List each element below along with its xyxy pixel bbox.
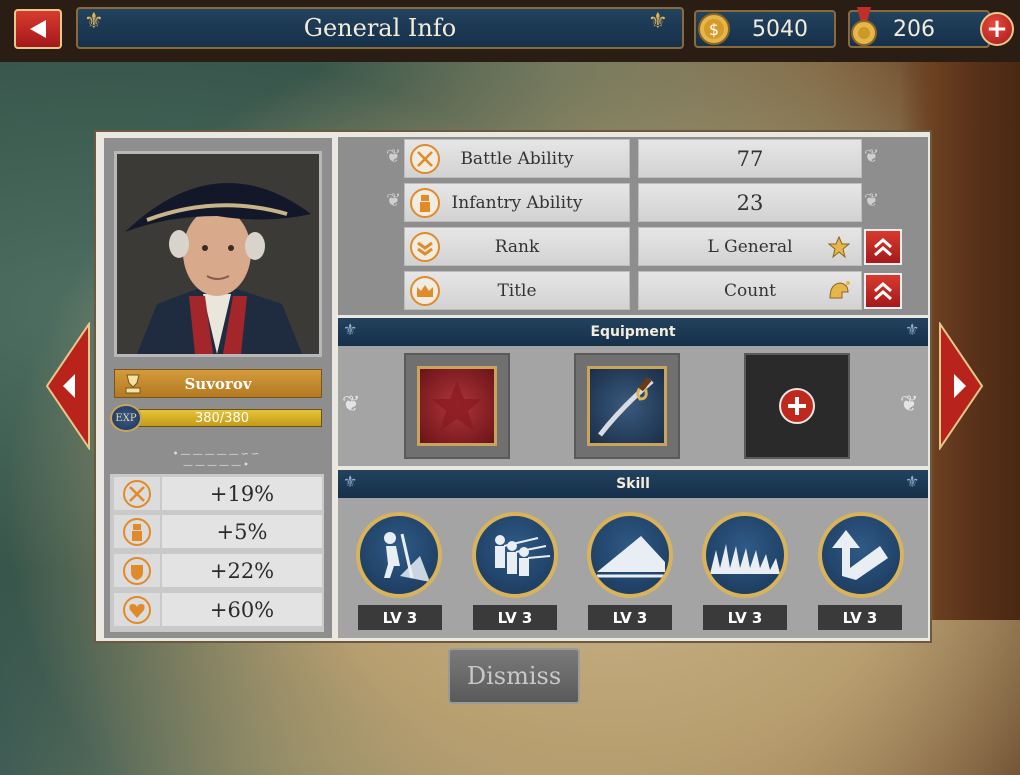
stat-label-text: Title (497, 280, 537, 301)
double-chevron-up-icon (874, 282, 892, 301)
bonus-table: +19% +5% +22% +60% (110, 474, 324, 632)
ornament-icon: ❦ (386, 146, 402, 167)
fleur-de-lis-icon: ⚜ (905, 472, 920, 491)
general-rank-icon (123, 373, 143, 399)
rank-chevron-icon (407, 230, 443, 264)
divider-ornament: •—————∽∽—————• (172, 449, 262, 471)
plus-icon: + (986, 14, 1008, 44)
red-emblem-item-icon (417, 366, 497, 446)
shield-icon (114, 554, 160, 587)
exp-bar: 380/380 (122, 409, 322, 427)
double-chevron-up-icon (874, 238, 892, 257)
crossed-swords-icon (114, 477, 160, 510)
bonus-row-battle: +19% (110, 474, 324, 512)
title-bar: General Info (76, 7, 684, 49)
general-portrait (114, 151, 322, 357)
stat-value-infantry: 23 (638, 183, 862, 222)
stat-value-text: 77 (736, 146, 764, 171)
next-general-button[interactable] (938, 322, 984, 450)
stat-value-battle: 77 (638, 139, 862, 178)
fleur-de-lis-icon: ⚜ (343, 472, 358, 491)
promote-title-button[interactable] (864, 273, 902, 309)
dismiss-button[interactable]: Dismiss (448, 648, 580, 704)
stat-label-text: Rank (494, 236, 540, 257)
back-button[interactable] (14, 9, 62, 49)
stat-value-text: L General (707, 236, 793, 257)
bugle-icon[interactable] (818, 512, 904, 598)
svg-text:$: $ (709, 20, 719, 39)
exp-text: 380/380 (194, 410, 249, 426)
infantry-charge-icon[interactable] (356, 512, 442, 598)
bonus-row-defense: +22% (110, 551, 324, 589)
equipment-header-text: Equipment (590, 324, 676, 340)
ornament-icon: ❦ (386, 190, 402, 211)
back-arrow-icon (30, 20, 46, 38)
exp-badge: EXP (110, 404, 142, 432)
infantry-icon (114, 515, 160, 548)
saber-item-icon (587, 366, 667, 446)
crossed-swords-icon (407, 142, 443, 176)
ornament-icon: ❦ (900, 392, 919, 417)
equipment-slot-1[interactable] (404, 353, 510, 459)
general-name: Suvorov (184, 374, 252, 393)
ramp-icon[interactable] (587, 512, 673, 598)
add-medals-button[interactable]: + (980, 12, 1014, 46)
crown-icon (407, 274, 443, 308)
infantry-icon (407, 186, 443, 220)
star-icon (827, 235, 851, 262)
spikes-icon[interactable] (702, 512, 788, 598)
skill-level: LV 3 (818, 605, 902, 630)
skill-header-text: Skill (616, 476, 650, 492)
fleur-de-lis-icon: ⚜ (905, 320, 920, 339)
skill-level: LV 3 (473, 605, 557, 630)
ornament-icon: ❦ (864, 146, 880, 167)
page-title: General Info (303, 14, 457, 42)
skill-header: Skill (338, 470, 928, 498)
equipment-header: Equipment (338, 318, 928, 346)
skill-level: LV 3 (588, 605, 672, 630)
promote-rank-button[interactable] (864, 229, 902, 265)
general-name-bar: Suvorov (114, 369, 322, 398)
medal-amount: 206 (893, 16, 935, 42)
skill-level: LV 3 (703, 605, 787, 630)
bonus-row-health: +60% (110, 590, 324, 628)
gold-coin-icon: $ (696, 11, 732, 47)
medal-icon (846, 5, 882, 49)
gold-amount: 5040 (752, 16, 808, 42)
stat-label-text: Infantry Ability (451, 192, 583, 213)
fleur-de-lis-icon: ⚜ (343, 320, 358, 339)
ornament-icon: ❦ (342, 392, 361, 417)
previous-general-button[interactable] (45, 322, 91, 450)
skill-level: LV 3 (358, 605, 442, 630)
helmet-icon (826, 278, 852, 308)
stat-value-text: Count (724, 280, 776, 301)
ornament-icon: ❦ (864, 190, 880, 211)
fleur-de-lis-icon: ⚜ (648, 9, 668, 34)
stat-value-text: 23 (736, 190, 764, 215)
bonus-value: +60% (162, 593, 322, 626)
equipment-slot-2[interactable] (574, 353, 680, 459)
heart-icon (114, 593, 160, 626)
bonus-value: +22% (162, 554, 322, 587)
bonus-row-infantry: +5% (110, 512, 324, 550)
stat-label-text: Battle Ability (460, 148, 574, 169)
dismiss-label: Dismiss (466, 662, 562, 690)
fleur-de-lis-icon: ⚜ (84, 9, 104, 34)
add-icon (779, 388, 815, 424)
bonus-value: +19% (162, 477, 322, 510)
musket-volley-icon[interactable] (472, 512, 558, 598)
add-equipment-slot[interactable] (744, 353, 850, 459)
bonus-value: +5% (162, 515, 322, 548)
